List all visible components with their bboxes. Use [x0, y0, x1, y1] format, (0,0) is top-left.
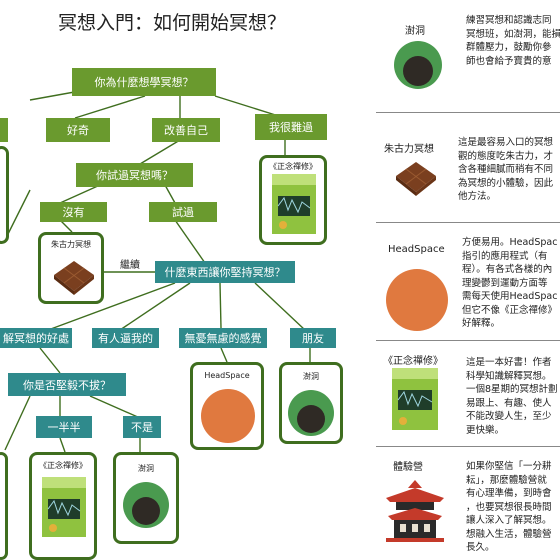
node-no: 沒有 [40, 202, 107, 222]
sidebar-text-0: 練習冥想和認識志同 冥想班，如澍洞，能損 群體壓力，鼓勵你參 師也會給予寶貴的意 [466, 15, 560, 67]
node-forced: 有人逼我的 [92, 328, 159, 348]
chocolate-icon [396, 162, 436, 196]
pond-icon [394, 41, 442, 89]
card-book-label: 《正念禪修》 [269, 162, 317, 171]
card-pond-2: 澍洞 [113, 452, 179, 544]
continue-label: 繼續 [120, 260, 140, 271]
node-improve: 改善自己 [152, 118, 220, 142]
sidebar-label-1: 朱古力冥想 [384, 144, 434, 155]
card-pond-1: 澍洞 [279, 362, 343, 444]
node-stressed: 我很難過 [255, 114, 327, 140]
card-pond-label: 澍洞 [303, 372, 319, 381]
sidebar-text-4: 如果你堅信「一分耕 耘」，那麼體驗營就 有心理準備，到時會 ，也要冥想很長時間 … [466, 461, 552, 553]
node-not: 不是 [123, 416, 161, 438]
sidebar-divider [376, 340, 560, 341]
node-root: 你為什麼想學冥想？ [72, 68, 216, 96]
node-left-clipped [0, 118, 8, 142]
book-icon [392, 368, 438, 430]
card-book-2: 《正念禪修》 [29, 452, 97, 560]
sidebar-text-1: 這是最容易入口的冥想 觀的態度吃朱古力，才 含各種細膩而稍有不同 為冥想的小體驗… [458, 137, 554, 202]
card-book-label-2: 《正念禪修》 [39, 461, 87, 470]
node-friends: 朋友 [290, 328, 336, 348]
sidebar-label-0: 澍洞 [405, 26, 425, 37]
card-book-1: 《正念禪修》 [259, 155, 327, 245]
pond-icon [288, 390, 334, 436]
sidebar-text-2: 方便易用。HeadSpac 指引的應用程式（有 程）。有各式各樣的內 理變鬱到運… [462, 237, 558, 329]
node-worry-free: 無憂無慮的感覺 [179, 328, 267, 348]
book-icon [272, 174, 316, 234]
node-half: 一半半 [36, 416, 92, 438]
card-left-clipped [0, 146, 9, 244]
pagoda-icon [386, 480, 444, 542]
node-tried: 你試過冥想嗎？ [76, 163, 193, 187]
headspace-icon [201, 389, 255, 443]
sidebar-label-4: 體驗營 [393, 462, 423, 473]
card-bottom-left-clipped [0, 452, 8, 560]
node-yes: 試過 [149, 202, 217, 222]
chocolate-icon [54, 261, 94, 295]
page-title: 冥想入門：如何開始冥想？ [58, 12, 287, 34]
card-chocolate: 朱古力冥想 [38, 232, 104, 304]
card-pond-label-2: 澍洞 [138, 464, 154, 473]
node-what-keeps: 什麼東西讓你堅持冥想？ [155, 261, 295, 283]
card-headspace-label: HeadSpace [204, 371, 250, 380]
card-headspace: HeadSpace [190, 362, 264, 450]
card-chocolate-label: 朱古力冥想 [51, 240, 91, 249]
node-determined: 你是否堅毅不拔？ [8, 373, 126, 396]
sidebar-label-2: HeadSpace [388, 244, 445, 255]
book-icon [42, 477, 86, 537]
node-curious: 好奇 [46, 118, 110, 142]
sidebar-divider [376, 112, 560, 113]
sidebar-divider [376, 446, 560, 447]
sidebar-text-3: 這是一本好書！作者 科學知識解釋冥想。 一個8星期的冥想計劃 易跟上、有趣、使人… [466, 357, 558, 436]
headspace-icon [386, 269, 448, 331]
node-benefits: 解冥想的好處 [0, 328, 72, 348]
pond-icon [123, 482, 169, 528]
sidebar-divider [376, 222, 560, 223]
sidebar-label-3: 《正念禪修》 [383, 356, 443, 367]
